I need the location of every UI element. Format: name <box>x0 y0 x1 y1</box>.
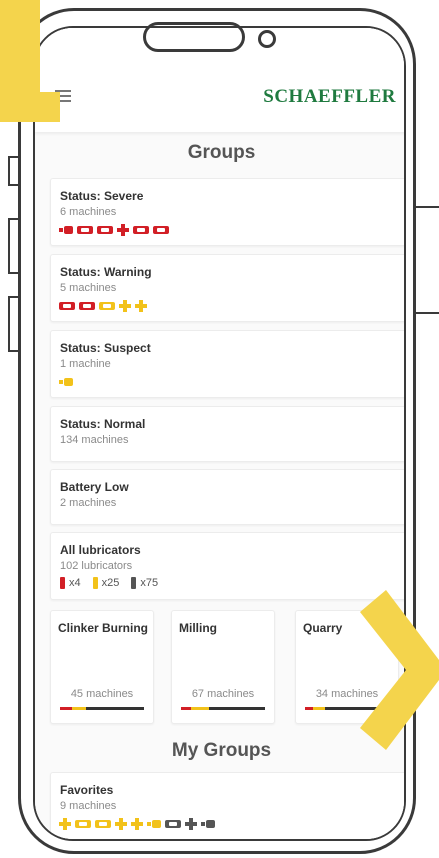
tile-count: 67 machines <box>191 688 255 700</box>
lubricator-summary: x4 x25 x75 <box>60 577 170 589</box>
status-bar <box>60 707 144 710</box>
plus-icon <box>185 818 197 830</box>
motor-icon <box>147 820 161 828</box>
machine-icon <box>153 226 169 234</box>
phone-volume-up <box>8 218 18 274</box>
tile-name: Milling <box>179 621 217 635</box>
plus-icon <box>115 818 127 830</box>
my-groups-title: My Groups <box>171 740 272 761</box>
status-icons <box>59 224 169 236</box>
brand-logo: SCHAEFFLER <box>263 86 396 107</box>
plus-icon <box>135 300 147 312</box>
group-count: 2 machines <box>60 497 117 509</box>
tile-name: Clinker Burning <box>58 621 149 635</box>
status-icons <box>59 818 215 830</box>
phone-speaker <box>143 22 245 52</box>
group-name: All lubricators <box>60 543 141 557</box>
group-card-all-lubricators[interactable]: All lubricators 102 lubricators x4 x25 x… <box>50 532 404 600</box>
phone-mute-switch <box>8 156 18 186</box>
status-icons <box>59 300 147 312</box>
plus-icon <box>131 818 143 830</box>
plus-icon <box>117 224 129 236</box>
machine-icon <box>79 302 95 310</box>
decor-line <box>414 206 439 208</box>
group-card-suspect[interactable]: Status: Suspect 1 machine <box>50 330 404 398</box>
tile-count: 45 machines <box>70 688 134 700</box>
phone-camera <box>258 30 276 48</box>
page-title: Groups <box>187 142 256 163</box>
group-count: 102 lubricators <box>60 560 133 572</box>
group-name: Status: Suspect <box>60 341 151 355</box>
machine-icon <box>97 226 113 234</box>
group-name: Battery Low <box>60 480 129 494</box>
machine-icon <box>59 302 75 310</box>
group-count: 1 machine <box>60 358 111 370</box>
group-count: 134 machines <box>60 434 129 446</box>
motor-icon <box>59 378 73 386</box>
machine-icon <box>165 820 181 828</box>
lubricator-count: x75 <box>140 577 159 589</box>
group-card-warning[interactable]: Status: Warning 5 machines <box>50 254 404 322</box>
group-card-normal[interactable]: Status: Normal 134 machines <box>50 406 404 462</box>
group-count: 9 machines <box>60 800 117 812</box>
group-name: Status: Severe <box>60 189 144 203</box>
motor-icon <box>201 820 215 828</box>
status-icons <box>59 376 73 386</box>
group-card-severe[interactable]: Status: Severe 6 machines <box>50 178 404 246</box>
group-name: Status: Warning <box>60 265 152 279</box>
machine-icon <box>99 302 115 310</box>
group-name: Favorites <box>60 783 114 797</box>
machine-icon <box>77 226 93 234</box>
tile-name: Quarry <box>303 621 343 635</box>
group-name: Status: Normal <box>60 417 146 431</box>
decor-line <box>414 312 439 314</box>
app-screen: SCHAEFFLER Groups Status: Severe 6 machi… <box>35 28 404 839</box>
chevron-right-icon[interactable] <box>360 590 439 750</box>
lubricator-count: x25 <box>101 577 120 589</box>
phone-screen: SCHAEFFLER Groups Status: Severe 6 machi… <box>33 26 406 841</box>
lubricator-icon <box>92 577 98 589</box>
plus-icon <box>59 818 71 830</box>
group-card-battery-low[interactable]: Battery Low 2 machines <box>50 469 404 525</box>
phone-volume-down <box>8 296 18 352</box>
group-tile-milling[interactable]: Milling 67 machines <box>171 610 275 724</box>
group-tile-clinker-burning[interactable]: Clinker Burning 45 machines <box>50 610 154 724</box>
lubricator-icon <box>60 577 65 589</box>
group-card-favorites[interactable]: Favorites 9 machines <box>50 772 404 839</box>
motor-icon <box>59 226 73 234</box>
machine-icon <box>95 820 111 828</box>
lubricator-count: x4 <box>69 577 81 589</box>
plus-icon <box>119 300 131 312</box>
status-bar <box>181 707 265 710</box>
group-count: 5 machines <box>60 282 117 294</box>
machine-icon <box>133 226 149 234</box>
machine-icon <box>75 820 91 828</box>
lubricator-icon <box>131 577 137 589</box>
group-count: 6 machines <box>60 206 117 218</box>
